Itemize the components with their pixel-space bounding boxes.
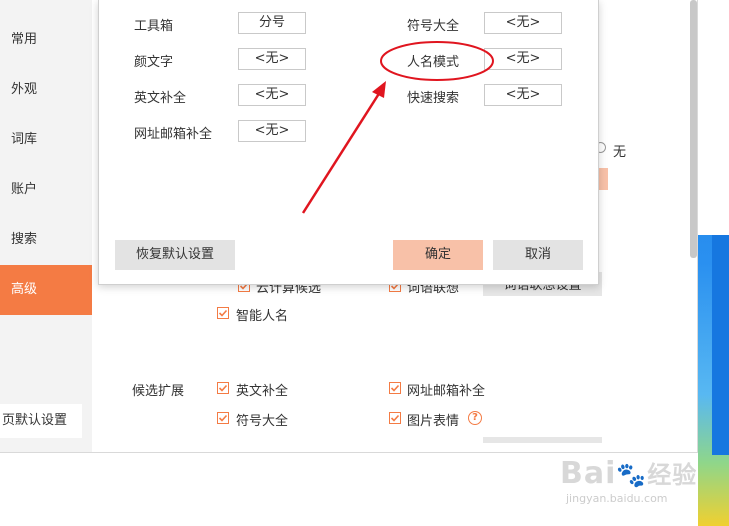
- highlight-ellipse: [380, 41, 494, 81]
- pointer-arrow-head: [372, 81, 386, 98]
- watermark-brand: Bai🐾经验: [560, 456, 698, 491]
- pointer-arrow-line: [301, 91, 382, 214]
- annotation-overlay: [301, 41, 494, 214]
- watermark-url: jingyan.baidu.com: [566, 492, 668, 505]
